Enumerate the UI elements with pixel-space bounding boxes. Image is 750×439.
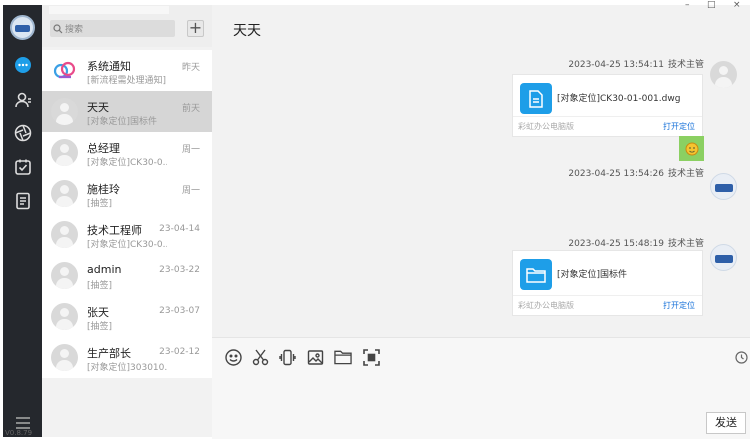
profile-avatar[interactable] [10,15,35,40]
message-time: 2023-04-25 15:48:19 [568,239,664,249]
message-meta: 2023-04-25 15:48:19 技术主管 [568,236,704,249]
conversation-item[interactable]: 总经理 [对象定位]CK30-0... 周一 [42,132,212,173]
conversation-preview: [对象定位]303010... [87,363,167,373]
avatar [51,180,78,207]
conversation-preview: [对象定位]CK30-0... [87,240,167,250]
conversation-name: 天天 [87,101,109,114]
aperture-icon[interactable] [13,123,33,143]
conversation-time: 23-02-12 [159,347,200,357]
message-sender: 技术主管 [667,60,704,70]
conversation-preview: [对象定位]CK30-0... [87,158,167,168]
folder-icon [520,259,552,290]
chat-panel: 天天 2023-04-25 13:54:11 技术主管 [对象定位]CK30-01… [212,5,750,439]
version-label: V0.8.79 [5,429,33,437]
tab-strip [49,6,169,14]
conversation-time: 23-04-14 [159,224,200,234]
conversation-item[interactable]: 施桂玲 [抽签] 周一 [42,173,212,214]
sender-avatar[interactable] [710,244,737,271]
conversation-name: 张天 [87,306,109,319]
file-card[interactable]: [对象定位]CK30-01-001.dwg 彩虹办公电脑版 打开定位 [512,74,703,137]
image-icon[interactable] [306,348,324,366]
screenshot-icon[interactable] [362,348,380,366]
open-location-link[interactable]: 打开定位 [663,300,695,311]
shake-icon[interactable] [278,348,296,366]
search-icon [53,24,63,34]
send-button[interactable]: 发送 [706,412,746,434]
open-location-link[interactable]: 打开定位 [663,121,695,132]
file-name: [对象定位]CK30-01-001.dwg [557,94,681,104]
conversation-item[interactable]: 生产部长 [对象定位]303010... 23-02-12 [42,337,212,378]
conversation-item[interactable]: admin [抽签] 23-03-22 [42,255,212,296]
conversation-name: 系统通知 [87,60,131,73]
app-rail: V0.8.79 [3,5,42,437]
avatar [51,221,78,248]
contacts-icon[interactable] [13,90,33,110]
chat-title: 天天 [233,23,261,39]
emoji-face-icon [685,142,698,155]
message-time: 2023-04-25 13:54:26 [568,169,664,179]
conversation-list: 系统通知 [新流程需处理通知] 昨天天天 [对象定位]国标件 前天总经理 [对象定位]CK… [42,50,212,378]
scissors-icon[interactable] [251,348,269,366]
avatar [51,139,78,166]
conversation-preview: [对象定位]国标件 [87,117,158,127]
conversation-item[interactable]: 天天 [对象定位]国标件 前天 [42,91,212,132]
search-placeholder: 搜索 [65,25,84,35]
file-card-footer: 彩虹办公电脑版 打开定位 [513,116,702,136]
composer: 发送 [212,337,750,439]
task-check-icon[interactable] [13,157,33,177]
conversation-name: 总经理 [87,142,120,155]
file-card-footer: 彩虹办公电脑版 打开定位 [513,295,702,315]
document-list-icon[interactable] [13,191,33,211]
conversation-panel: 搜索 + 系统通知 [新流程需处理通知] 昨天天天 [对象定位]国标件 前天总经理 [对象… [42,5,212,437]
search-input[interactable]: 搜索 [50,20,175,37]
avatar [51,98,78,125]
cloud-logo-icon [51,57,78,84]
list-header: 搜索 + [42,5,212,47]
conversation-name: 施桂玲 [87,183,120,196]
minimize-button[interactable]: – [685,0,690,10]
message-meta: 2023-04-25 13:54:26 技术主管 [568,166,704,179]
conversation-time: 23-03-22 [159,265,200,275]
conversation-time: 前天 [181,104,200,114]
conversation-time: 昨天 [181,63,200,73]
sender-avatar[interactable] [710,173,737,200]
maximize-button[interactable]: □ [707,0,716,10]
conversation-time: 周一 [181,145,200,155]
emoji-icon[interactable] [224,348,242,366]
close-button[interactable]: × [733,0,741,10]
message-area: 2023-04-25 13:54:11 技术主管 [对象定位]CK30-01-00… [212,47,750,337]
window-controls: – □ × [683,0,747,12]
conversation-preview: [抽签] [87,322,113,332]
message-sender: 技术主管 [667,169,704,179]
conversation-time: 23-03-07 [159,306,200,316]
folder-icon[interactable] [334,348,352,366]
add-button[interactable]: + [187,20,204,37]
file-source: 彩虹办公电脑版 [518,301,574,310]
document-icon [520,83,552,114]
message-meta: 2023-04-25 13:54:11 技术主管 [568,57,704,70]
conversation-preview: [抽签] [87,199,113,209]
conversation-name: 生产部长 [87,347,131,360]
conversation-name: admin [87,263,122,276]
conversation-item[interactable]: 技术工程师 [对象定位]CK30-0... 23-04-14 [42,214,212,255]
file-card[interactable]: [对象定位]国标件 彩虹办公电脑版 打开定位 [512,250,703,316]
conversation-preview: [新流程需处理通知] [87,76,167,86]
avatar [51,344,78,371]
sender-avatar[interactable] [710,61,737,88]
conversation-item[interactable]: 系统通知 [新流程需处理通知] 昨天 [42,50,212,91]
avatar [51,262,78,289]
conversation-preview: [抽签] [87,281,113,291]
clock-icon[interactable] [732,348,750,366]
conversation-time: 周一 [181,186,200,196]
chat-icon[interactable] [13,55,33,75]
message-time: 2023-04-25 13:54:11 [568,60,664,70]
file-source: 彩虹办公电脑版 [518,122,574,131]
conversation-item[interactable]: 张天 [抽签] 23-03-07 [42,296,212,337]
emoji-message[interactable] [679,136,704,161]
avatar [51,303,78,330]
conversation-name: 技术工程师 [87,224,142,237]
file-name: [对象定位]国标件 [557,270,628,280]
message-sender: 技术主管 [667,239,704,249]
